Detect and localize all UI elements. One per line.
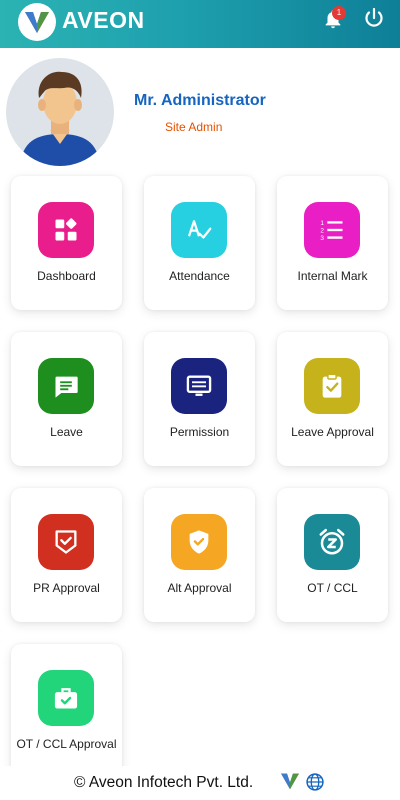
briefcase-check-icon [38, 670, 94, 726]
list-icon: 1 2 3 [304, 202, 360, 258]
menu-label: Internal Mark [297, 269, 368, 283]
profile-role: Site Admin [165, 120, 223, 134]
message-icon [38, 358, 94, 414]
profile-name: Mr. Administrator [134, 92, 266, 109]
menu-label: OT / CCL [307, 581, 358, 595]
menu-pr-approval[interactable]: PR Approval [11, 488, 122, 622]
avatar [6, 58, 114, 166]
monitor-icon [171, 358, 227, 414]
brand-title: AVEON [62, 7, 145, 33]
notification-badge: 1 [332, 6, 346, 20]
menu-internal-mark[interactable]: 1 2 3 Internal Mark [277, 176, 388, 310]
menu-ot-ccl[interactable]: OT / CCL [277, 488, 388, 622]
menu-attendance[interactable]: Attendance [144, 176, 255, 310]
menu-leave-approval[interactable]: Leave Approval [277, 332, 388, 466]
footer: © Aveon Infotech Pvt. Ltd. [0, 766, 400, 800]
alarm-z-icon [304, 514, 360, 570]
aveon-logo [18, 3, 56, 41]
shield-check-icon [171, 514, 227, 570]
menu-label: Attendance [169, 269, 230, 283]
menu-ot-ccl-approval[interactable]: OT / CCL Approval [11, 644, 122, 778]
svg-text:3: 3 [320, 235, 324, 242]
menu-alt-approval[interactable]: Alt Approval [144, 488, 255, 622]
menu-permission[interactable]: Permission [144, 332, 255, 466]
power-icon[interactable] [361, 5, 387, 31]
svg-text:2: 2 [320, 227, 324, 234]
attendance-icon [171, 202, 227, 258]
menu-label: OT / CCL Approval [16, 737, 117, 751]
app-header: AVEON 1 [0, 0, 400, 48]
clipboard-check-icon [304, 358, 360, 414]
menu-label: PR Approval [33, 581, 100, 595]
menu-leave[interactable]: Leave [11, 332, 122, 466]
globe-icon[interactable] [305, 772, 325, 797]
menu-label: Leave Approval [291, 425, 374, 439]
shield-check-icon [38, 514, 94, 570]
menu-label: Dashboard [37, 269, 96, 283]
menu-dashboard[interactable]: Dashboard [11, 176, 122, 310]
menu-label: Leave [50, 425, 83, 439]
menu-label: Alt Approval [167, 581, 232, 595]
menu-label: Permission [169, 425, 230, 439]
dashboard-icon [38, 202, 94, 258]
copyright-text: © Aveon Infotech Pvt. Ltd. [74, 774, 254, 791]
aveon-logo-small [280, 772, 300, 795]
svg-text:1: 1 [320, 220, 324, 227]
